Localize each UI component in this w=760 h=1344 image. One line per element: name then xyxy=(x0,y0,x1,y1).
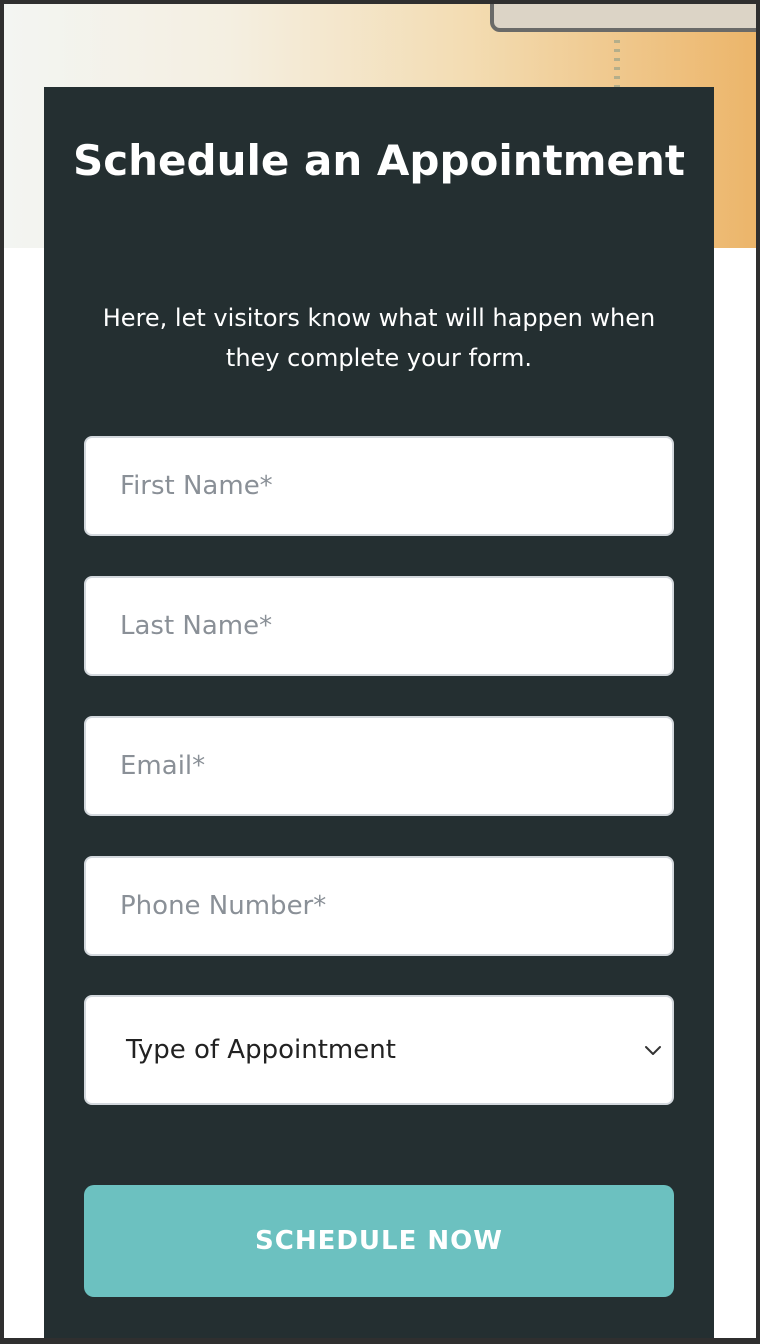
appointment-type-value: Type of Appointment xyxy=(126,1035,396,1065)
form-description: Here, let visitors know what will happen… xyxy=(102,304,656,372)
form-title: Schedule an Appointment xyxy=(73,136,685,185)
first-name-input[interactable] xyxy=(84,436,674,536)
schedule-now-button[interactable]: SCHEDULE NOW xyxy=(84,1185,674,1297)
last-name-input[interactable] xyxy=(84,576,674,676)
chevron-down-icon xyxy=(644,1041,662,1059)
appointment-type-select[interactable]: Type of Appointment xyxy=(84,995,674,1105)
page-frame: Schedule an Appointment Here, let visito… xyxy=(0,0,760,1344)
phone-number-input[interactable] xyxy=(84,856,674,956)
hero-object xyxy=(490,4,756,32)
email-input[interactable] xyxy=(84,716,674,816)
appointment-form: Schedule an Appointment Here, let visito… xyxy=(44,87,714,1338)
